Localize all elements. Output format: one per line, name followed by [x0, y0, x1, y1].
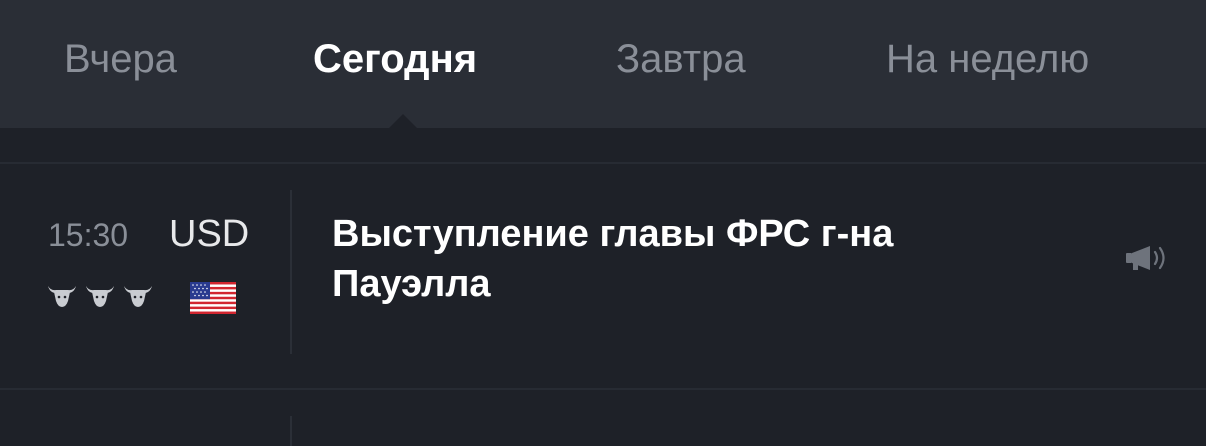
day-tabs: Вчера Сегодня Завтра На неделю [0, 0, 1206, 128]
active-tab-indicator [389, 114, 417, 128]
event-currency: USD [169, 213, 250, 255]
bull-icon [48, 286, 76, 307]
tab-tomorrow[interactable]: Завтра [616, 36, 746, 82]
spacer [0, 128, 1206, 162]
tab-week[interactable]: На неделю [886, 36, 1089, 82]
event-row[interactable] [0, 390, 1206, 446]
megaphone-icon[interactable] [1124, 242, 1172, 274]
event-row[interactable]: 15:30 USD Выступление главы ФРС г-на Пау… [0, 164, 1206, 388]
column-separator [290, 416, 292, 446]
bull-icon [124, 286, 152, 307]
us-flag-icon [190, 282, 236, 314]
column-separator [290, 190, 292, 354]
event-time: 15:30 [48, 217, 129, 253]
bull-icon [86, 286, 114, 307]
tab-yesterday[interactable]: Вчера [64, 36, 177, 82]
event-title: Выступление главы ФРС г-на Пауэлла [332, 213, 894, 305]
tab-today[interactable]: Сегодня [313, 36, 477, 82]
importance-rating [46, 282, 154, 310]
